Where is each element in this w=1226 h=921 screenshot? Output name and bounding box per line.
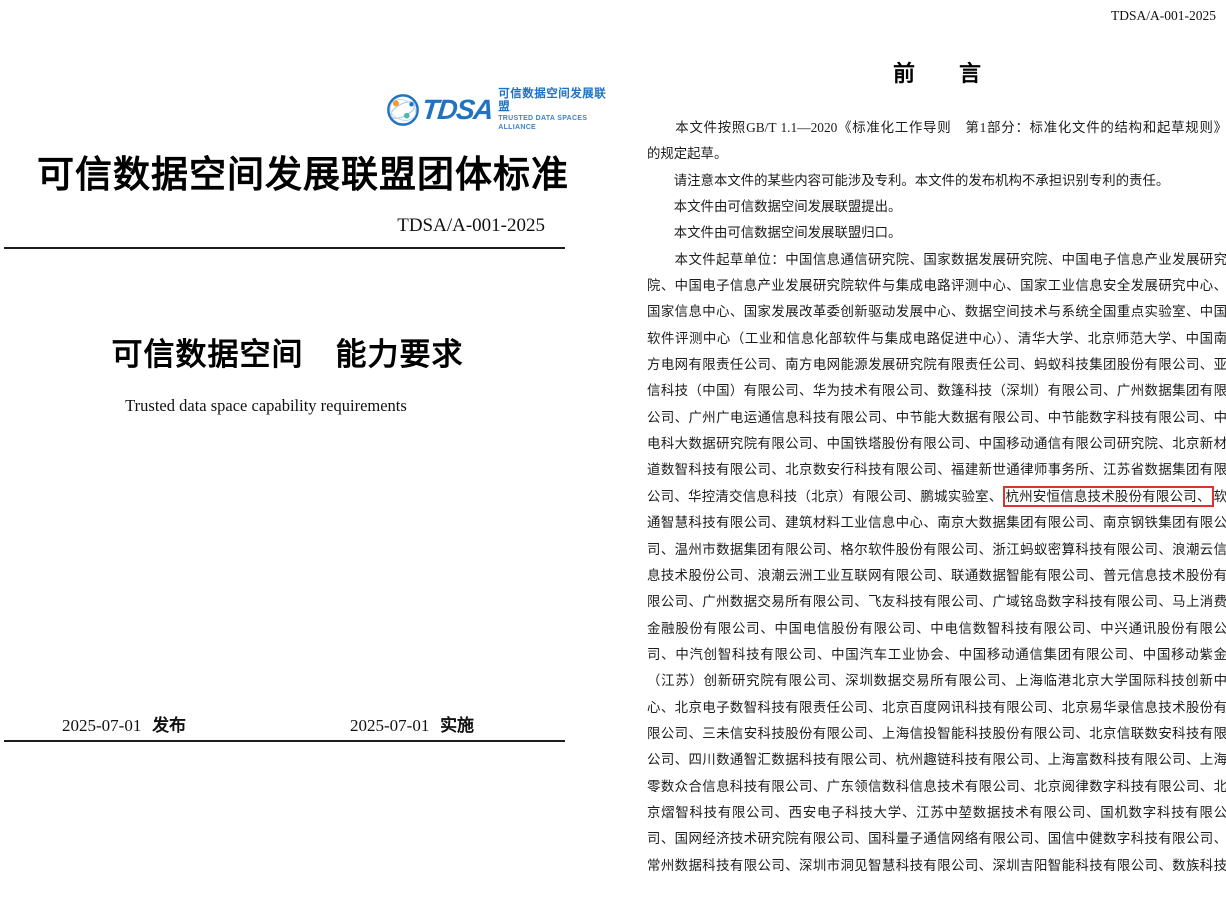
logo-name-en: TRUSTED DATA SPACES ALLIANCE xyxy=(498,114,613,132)
implement-date: 2025-07-01 实施 xyxy=(350,711,474,736)
foreword-text: 软 xyxy=(1214,489,1226,504)
highlighted-company-red-box: 杭州安恒信息技术股份有限公司、 xyxy=(1003,486,1214,507)
series-title: 可信数据空间发展联盟团体标准 xyxy=(37,144,569,198)
implement-date-value: 2025-07-01 xyxy=(350,716,429,735)
foreword-line: 限公司、三未信安科技股份有限公司、上海信投智能科技股份有限公司、北京信联数安科技… xyxy=(647,721,1226,747)
foreword-line: 院、中国电子信息产业发展研究院软件与集成电路评测中心、国家工业信息安全发展研究中… xyxy=(647,273,1226,299)
foreword-line: 金融股份有限公司、中国电信股份有限公司、中电信数智科技有限公司、中兴通讯股份有限… xyxy=(647,616,1226,642)
foreword-line: 常州数据科技有限公司、深圳市洞见智慧科技有限公司、深圳吉阳智能科技有限公司、数族… xyxy=(647,853,1226,879)
tdsa-globe-icon xyxy=(386,93,420,127)
foreword-line: 京熠智科技有限公司、西安电子科技大学、江苏中堃数据技术有限公司、国机数字科技有限… xyxy=(647,800,1226,826)
foreword-line: 公司、广州广电运通信息科技有限公司、中节能大数据有限公司、中节能数字科技有限公司… xyxy=(647,405,1226,431)
foreword-page: TDSA/A-001-2025 前 言 本文件按照GB/T 1.1—2020《标… xyxy=(613,0,1226,921)
logo-acronym: TDSA xyxy=(421,96,494,124)
foreword-line: 方电网有限责任公司、南方电网能源发展研究院有限责任公司、蚂蚁科技集团股份有限公司… xyxy=(647,352,1226,378)
publish-date-value: 2025-07-01 xyxy=(62,716,141,735)
foreword-line: 道数智科技有限公司、北京数安行科技有限公司、福建新世通律师事务所、江苏省数据集团… xyxy=(647,457,1226,483)
foreword-line: 零数众合信息科技有限公司、广东领信数科信息技术有限公司、北京阅律数字科技有限公司… xyxy=(647,774,1226,800)
foreword-line: 本文件按照GB/T 1.1—2020《标准化工作导则 第1部分：标准化文件的结构… xyxy=(647,115,1226,141)
publish-date: 2025-07-01 发布 xyxy=(62,711,186,736)
foreword-line: 司、国网经济技术研究院有限公司、国科量子通信网络有限公司、国信中健数字科技有限公… xyxy=(647,826,1226,852)
foreword-line: 本文件由可信数据空间发展联盟归口。 xyxy=(647,220,1226,246)
foreword-line: 通智慧科技有限公司、建筑材料工业信息中心、南京大数据集团有限公司、南京钢铁集团有… xyxy=(647,510,1226,536)
foreword-line: 司、中汽创智科技有限公司、中国汽车工业协会、中国移动通信集团有限公司、中国移动紫… xyxy=(647,642,1226,668)
foreword-line: 公司、华控清交信息科技（北京）有限公司、鹏城实验室、杭州安恒信息技术股份有限公司… xyxy=(647,484,1226,510)
foreword-line: 心、北京电子数智科技有限责任公司、北京百度网讯科技有限公司、北京易华录信息技术股… xyxy=(647,695,1226,721)
foreword-text: 公司、华控清交信息科技（北京）有限公司、鹏城实验室、 xyxy=(647,489,1003,504)
foreword-line: 限公司、广州数据交易所有限公司、飞友科技有限公司、广域铭岛数字科技有限公司、马上… xyxy=(647,589,1226,615)
foreword-line: 公司、四川数通智汇数据科技有限公司、杭州趣链科技有限公司、上海富数科技有限公司、… xyxy=(647,747,1226,773)
foreword-body: 本文件按照GB/T 1.1—2020《标准化工作导则 第1部分：标准化文件的结构… xyxy=(647,115,1226,879)
foreword-line: 司、温州市数据集团有限公司、格尔软件股份有限公司、浙江蚂蚁密算科技有限公司、浪潮… xyxy=(647,537,1226,563)
doc-code: TDSA/A-001-2025 xyxy=(397,215,545,237)
foreword-line: 请注意本文件的某些内容可能涉及专利。本文件的发布机构不承担识别专利的责任。 xyxy=(647,168,1226,194)
foreword-line: 电科大数据研究院有限公司、中国铁塔股份有限公司、中国移动通信有限公司研究院、北京… xyxy=(647,431,1226,457)
foreword-line: 信科技（中国）有限公司、华为技术有限公司、数篷科技（深圳）有限公司、广州数据集团… xyxy=(647,378,1226,404)
foreword-line: 国家信息中心、国家发展改革委创新驱动发展中心、数据空间技术与系统全国重点实验室、… xyxy=(647,299,1226,325)
cover-page: TDSA 可信数据空间发展联盟 TRUSTED DATA SPACES ALLI… xyxy=(0,0,613,921)
standard-title-cn: 可信数据空间 能力要求 xyxy=(0,329,575,374)
logo-name-stack: 可信数据空间发展联盟 TRUSTED DATA SPACES ALLIANCE xyxy=(498,88,613,133)
foreword-line: （江苏）创新研究院有限公司、深圳数据交易所有限公司、上海临港北京大学国际科技创新… xyxy=(647,668,1226,694)
foreword-line: 本文件由可信数据空间发展联盟提出。 xyxy=(647,194,1226,220)
standard-title-en: Trusted data space capability requiremen… xyxy=(0,396,532,416)
tdsa-logo: TDSA 可信数据空间发展联盟 TRUSTED DATA SPACES ALLI… xyxy=(386,91,613,129)
logo-name-cn: 可信数据空间发展联盟 xyxy=(498,88,613,114)
cover-rule-bottom xyxy=(4,740,565,742)
foreword-line: 的规定起草。 xyxy=(647,141,1226,167)
foreword-heading: 前 言 xyxy=(647,56,1226,88)
page-header-code: TDSA/A-001-2025 xyxy=(1111,8,1216,24)
publish-date-label: 发布 xyxy=(152,716,186,735)
implement-date-label: 实施 xyxy=(440,716,474,735)
foreword-line: 本文件起草单位：中国信息通信研究院、国家数据发展研究院、中国电子信息产业发展研究 xyxy=(647,247,1226,273)
foreword-line: 软件评测中心（工业和信息化部软件与集成电路促进中心）、清华大学、北京师范大学、中… xyxy=(647,326,1226,352)
foreword-line: 息技术股份公司、浪潮云洲工业互联网有限公司、联通数据智能有限公司、普元信息技术股… xyxy=(647,563,1226,589)
cover-rule-top xyxy=(4,247,565,249)
